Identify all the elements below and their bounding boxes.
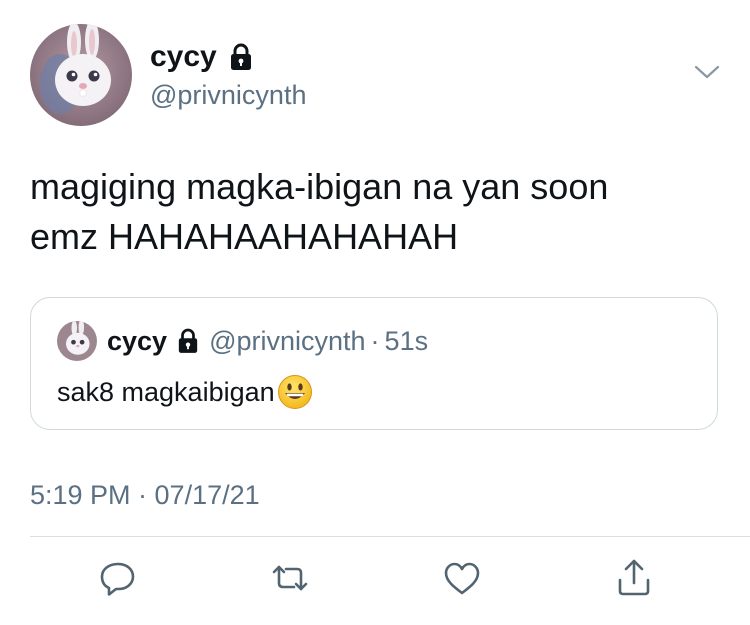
quoted-author-handle: @privnicynth [209, 326, 366, 356]
author-display-name[interactable]: cycy [150, 38, 253, 76]
reply-icon[interactable] [96, 556, 140, 600]
author-avatar[interactable] [30, 24, 132, 126]
author-name-text: cycy [150, 40, 217, 73]
author-handle[interactable]: @privnicynth [150, 78, 306, 112]
retweet-icon[interactable] [268, 556, 312, 600]
lock-icon [177, 328, 199, 354]
quoted-tweet-text: sak8 magkaibigan [57, 377, 275, 407]
separator-dot: · [370, 326, 380, 356]
tweet-timestamp[interactable]: 5:19 PM · 07/17/21 [30, 478, 260, 512]
quoted-author-avatar [57, 321, 97, 361]
quoted-tweet-text-row: sak8 magkaibigan [57, 374, 313, 410]
lock-icon [229, 43, 253, 71]
grinning-face-emoji-icon [277, 374, 313, 410]
bunny-avatar-image [30, 24, 132, 126]
chevron-down-icon[interactable] [693, 62, 721, 82]
tweet-detail: cycy @privnicynth magiging magka-ibigan … [0, 0, 750, 625]
like-icon[interactable] [440, 556, 484, 600]
divider [30, 536, 750, 537]
tweet-text: magiging magka-ibigan na yan soon emz HA… [30, 166, 609, 257]
quoted-tweet-header: cycy @privnicynth · 51s [107, 324, 428, 358]
share-icon[interactable] [612, 556, 656, 600]
quoted-tweet-card[interactable]: cycy @privnicynth · 51s sak8 magkaibigan [30, 297, 718, 430]
quoted-author-name: cycy [107, 326, 168, 356]
quoted-tweet-time: 51s [384, 326, 429, 356]
